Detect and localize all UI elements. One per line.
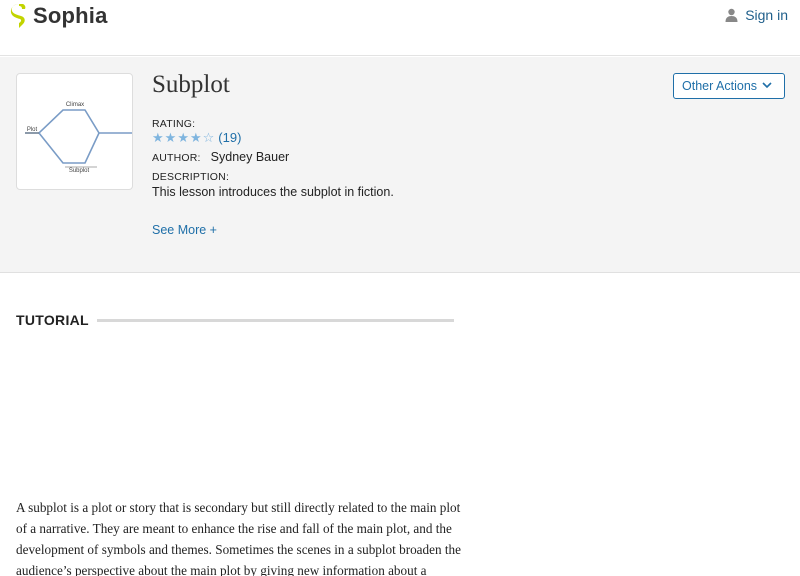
lesson-summary-panel: Climax Plot Subplot Subplot RATING: ★ ★ … [0, 57, 800, 273]
description-text: This lesson introduces the subplot in fi… [152, 185, 394, 199]
rating-label: RATING: [152, 118, 196, 130]
description-label: DESCRIPTION: [152, 171, 230, 183]
sophia-logo[interactable]: Sophia [10, 2, 108, 30]
author-label: AUTHOR: [152, 152, 201, 164]
star-full-icon: ★ [152, 130, 164, 145]
rating-stars[interactable]: ★ ★ ★ ★ ☆ (19) [152, 130, 241, 145]
user-icon [725, 8, 738, 22]
rating-count-link[interactable]: (19) [218, 130, 241, 145]
top-navigation-bar: Sophia Sign in [0, 0, 800, 56]
star-full-icon: ★ [189, 130, 202, 145]
tutorial-section-heading: TUTORIAL [16, 312, 454, 328]
plot-label: Plot [27, 127, 38, 133]
tutorial-paragraph: A subplot is a plot or story that is sec… [16, 500, 461, 576]
star-full-icon: ★ [164, 130, 177, 145]
sophia-logo-icon [10, 4, 26, 28]
subplot-label: Subplot [69, 168, 90, 174]
sign-in-link[interactable]: Sign in [725, 7, 788, 23]
star-empty-icon: ☆ [202, 130, 215, 145]
lesson-thumbnail[interactable]: Climax Plot Subplot [16, 73, 133, 190]
chevron-down-icon [762, 82, 772, 89]
tutorial-heading: TUTORIAL [16, 312, 89, 328]
author-row: AUTHOR: Sydney Bauer [152, 150, 289, 164]
climax-label: Climax [66, 102, 84, 108]
plot-diagram-image: Climax Plot Subplot [25, 102, 132, 174]
lesson-title: Subplot [152, 71, 230, 98]
sign-in-label: Sign in [745, 7, 788, 23]
heading-divider [96, 318, 454, 322]
other-actions-label: Other Actions [682, 79, 758, 93]
brand-name: Sophia [33, 3, 108, 28]
author-name: Sydney Bauer [210, 150, 290, 164]
other-actions-button[interactable]: Other Actions [673, 73, 785, 99]
see-more-link[interactable]: See More + [152, 223, 217, 237]
star-full-icon: ★ [177, 130, 189, 145]
